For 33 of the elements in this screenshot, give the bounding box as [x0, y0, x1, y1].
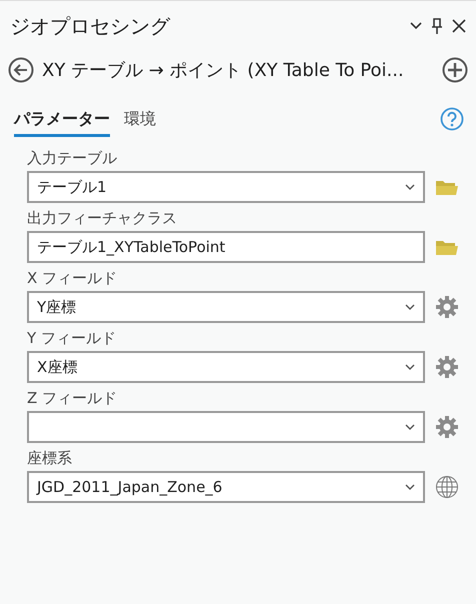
- add-icon[interactable]: [442, 57, 468, 83]
- gear-icon[interactable]: [435, 295, 459, 319]
- chevron-down-icon: [405, 424, 415, 430]
- chevron-down-icon: [405, 184, 415, 190]
- chevron-down-icon: [405, 364, 415, 370]
- folder-icon[interactable]: [435, 238, 459, 256]
- gear-icon[interactable]: [435, 355, 459, 379]
- tool-title: XY テーブル → ポイント (XY Table To Poi...: [42, 59, 405, 82]
- parameter-label: Y フィールド: [27, 329, 117, 348]
- folder-icon[interactable]: [435, 178, 459, 196]
- pane-title: ジオプロセシング: [10, 12, 172, 40]
- parameter-label: 入力テーブル: [27, 149, 118, 168]
- dropdown-field[interactable]: [27, 411, 425, 443]
- tab[interactable]: パラメーター: [14, 109, 110, 137]
- parameter-label: 座標系: [27, 449, 73, 468]
- input-field[interactable]: テーブル1_XYTableToPoint: [27, 231, 425, 263]
- gear-icon[interactable]: [435, 415, 459, 439]
- pin-icon[interactable]: [432, 18, 442, 34]
- dropdown-field[interactable]: JGD_2011_Japan_Zone_6: [27, 471, 425, 503]
- dropdown-field[interactable]: Y座標: [27, 291, 425, 323]
- dropdown-field[interactable]: X座標: [27, 351, 425, 383]
- back-icon[interactable]: [8, 57, 34, 83]
- close-icon[interactable]: [452, 19, 466, 33]
- chevron-down-icon: [405, 484, 415, 490]
- parameter-label: X フィールド: [27, 269, 118, 288]
- globe-icon[interactable]: [435, 475, 459, 499]
- parameter-label: Z フィールド: [27, 389, 118, 408]
- parameter-label: 出力フィーチャクラス: [27, 209, 178, 228]
- dropdown-field[interactable]: テーブル1: [27, 171, 425, 203]
- chevron-down-icon: [405, 304, 415, 310]
- help-icon[interactable]: [440, 107, 464, 131]
- tab[interactable]: 環境: [124, 109, 156, 137]
- chevron-down-icon[interactable]: [410, 22, 422, 30]
